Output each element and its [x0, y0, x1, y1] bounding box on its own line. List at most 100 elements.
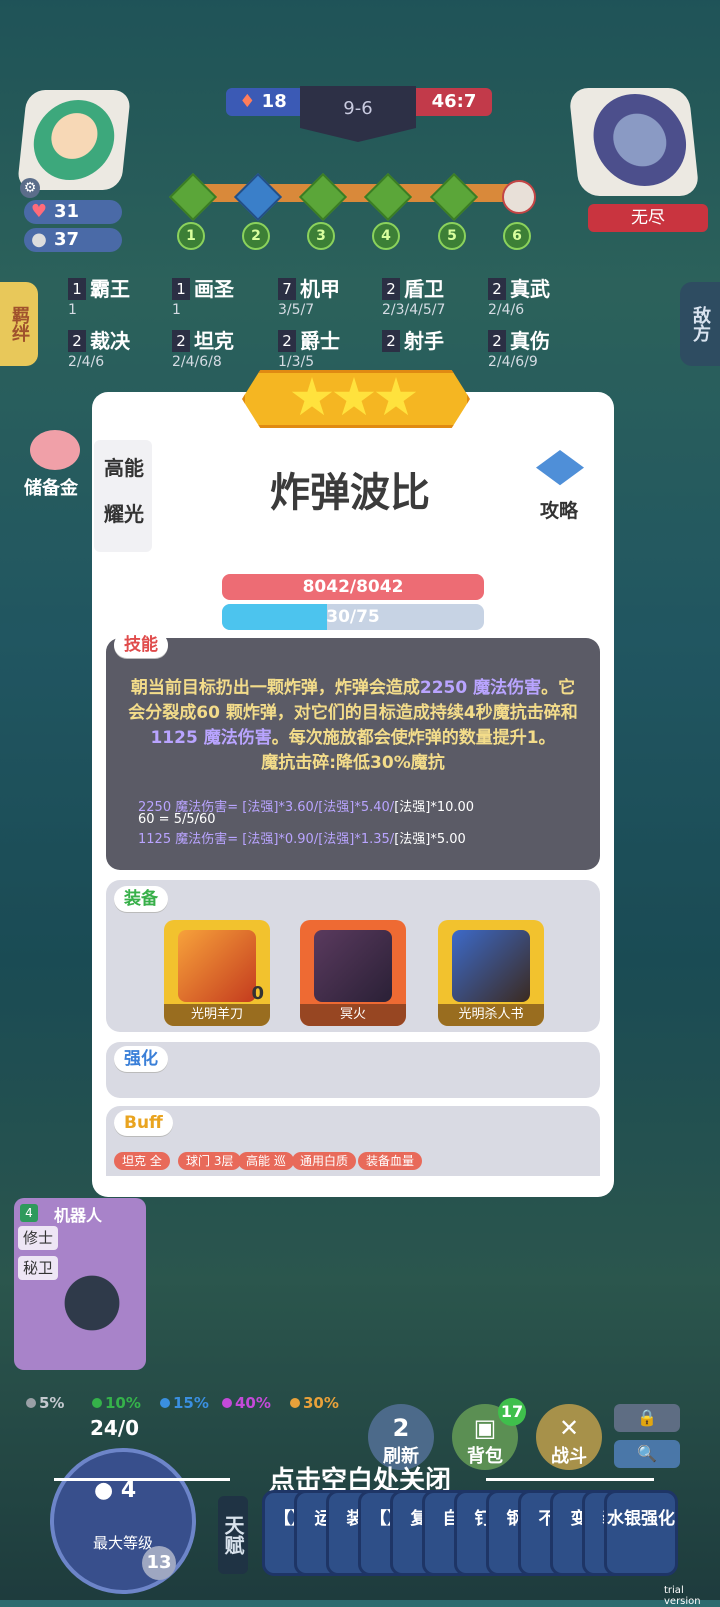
flame-sword-icon [178, 930, 256, 1002]
refresh-cost: 2 [392, 1414, 410, 1442]
savings-button[interactable]: 储备金 [16, 430, 86, 499]
trait-count: 1 [68, 278, 86, 300]
enemy-avatar[interactable] [568, 88, 700, 196]
star-icon [375, 377, 417, 416]
crossed-swords-icon: ✕ [558, 1414, 580, 1442]
trait-item[interactable]: 1 画圣 1 [172, 278, 272, 318]
trait-count: 2 [488, 278, 506, 300]
trait-item[interactable]: 2 真伤 2/4/6/9 [488, 330, 588, 370]
enemy-name: 无尽 [588, 204, 708, 232]
shop-odds: 15% [160, 1394, 209, 1412]
star-icon [291, 377, 333, 416]
trait-levels: 2/4/6/9 [488, 354, 538, 370]
buff-chip: 球门 3层 [178, 1152, 242, 1170]
trait-item[interactable]: 2 盾卫 2/3/4/5/7 [382, 278, 482, 318]
hero-trait[interactable]: 耀光 [98, 492, 150, 536]
buff-chip: 装备血量 [358, 1152, 423, 1170]
level-label: 最大等级 [92, 1534, 153, 1552]
piggy-bank-icon [30, 430, 80, 470]
trait-name: 霸王 [90, 277, 130, 301]
trait-levels: 2/4/6 [68, 354, 105, 370]
hero-name: 炸弹波比 [270, 470, 430, 516]
buff-chip: 高能 巡 [238, 1152, 294, 1170]
guide-label: 攻略 [539, 500, 578, 522]
trait-item[interactable]: 7 机甲 3/5/7 [278, 278, 378, 318]
equipment-slot[interactable]: 冥火 [300, 920, 406, 1026]
stage-number: 3 [307, 222, 335, 250]
flame-icon: ♦ [239, 91, 256, 112]
equipment-slot[interactable]: 光明杀人书 [438, 920, 544, 1026]
equipment-slot[interactable]: 0 光明羊刀 [164, 920, 270, 1026]
odds-label: 15% [173, 1394, 209, 1412]
shop-odds: 40% [222, 1394, 271, 1412]
skill-text: 。每次施放都会使炸弹的数量提升1。 [271, 728, 556, 748]
buff-chip: 通用白质 [292, 1152, 357, 1170]
player-face [29, 100, 119, 180]
lock-icon: 🔒 [637, 1408, 657, 1427]
skill-description: 朝当前目标扔出一颗炸弹，炸弹会造成2250 魔法伤害。它会分裂成60 颗炸弹，对… [126, 676, 580, 776]
trait-count: 2 [278, 330, 296, 352]
robot-unit-image [52, 1258, 132, 1348]
savings-label: 储备金 [24, 478, 78, 499]
odds-label: 30% [303, 1394, 339, 1412]
shop-odds: 5% [26, 1394, 64, 1412]
buff-chip: 坦克 全 [114, 1152, 170, 1170]
trial-watermark: trial version [664, 1585, 701, 1607]
star-rating [242, 370, 470, 428]
odds-dot [92, 1398, 102, 1408]
trait-item[interactable]: 2 坦克 2/4/6/8 [172, 330, 272, 370]
odds-label: 5% [39, 1394, 65, 1412]
shop-odds: 10% [92, 1394, 141, 1412]
equipment-name: 光明羊刀 [164, 1004, 270, 1026]
hp-bar: 8042/8042 [222, 574, 484, 600]
trait-item[interactable]: 2 射手 [382, 330, 482, 370]
score-right: 46:7 [416, 88, 492, 116]
trait-name: 真武 [510, 277, 550, 301]
lock-button[interactable]: 🔒 [614, 1404, 680, 1432]
equipment-name: 光明杀人书 [438, 1004, 544, 1026]
talent-card[interactable]: 水银强化 [604, 1490, 678, 1576]
trait-item[interactable]: 2 真武 2/4/6 [488, 278, 588, 318]
odds-dot [160, 1398, 170, 1408]
bag-count-badge: 17 [498, 1398, 526, 1426]
odds-label: 40% [235, 1394, 271, 1412]
enhance-panel: 强化 [106, 1042, 600, 1098]
trait-count: 2 [382, 330, 400, 352]
stage-number: 6 [503, 222, 531, 250]
trait-item[interactable]: 1 霸王 1 [68, 278, 168, 318]
stage-number: 1 [177, 222, 205, 250]
trait-count: 7 [278, 278, 296, 300]
hero-trait[interactable]: 高能 [98, 446, 150, 490]
mana-bar: 30/75 [222, 604, 484, 630]
equipment-name: 冥火 [300, 1004, 406, 1026]
gear-icon[interactable]: ⚙ [20, 178, 40, 198]
formula-text: 1125 魔法伤害= [法强]*0.90/[法强]*1.35/ [138, 832, 395, 847]
score-left: ♦ 18 [226, 88, 300, 116]
player-avatar[interactable] [16, 90, 132, 190]
tab-enemy[interactable]: 敌方 [680, 282, 720, 366]
equipment-tag: 装备 [114, 886, 168, 912]
formula-line: 1125 魔法伤害= [法强]*0.90/[法强]*1.35/[法强]*5.00 [138, 828, 578, 847]
trait-item[interactable]: 2 裁决 2/4/6 [68, 330, 168, 370]
trait-levels: 2/3/4/5/7 [382, 302, 446, 318]
unit-card[interactable]: 4 机器人 修士 秘卫 [14, 1198, 146, 1370]
shop-odds: 30% [290, 1394, 339, 1412]
trait-count: 1 [172, 278, 190, 300]
unit-cost: 4 [20, 1204, 38, 1222]
skill-text: 朝当前目标扔出一颗炸弹，炸弹会造成 [130, 678, 420, 698]
unit-trait: 修士 [18, 1226, 58, 1250]
xp-text: 24/0 [90, 1416, 140, 1440]
trait-item[interactable]: 2 爵士 1/3/5 [278, 330, 378, 370]
unit-name: 机器人 [54, 1206, 103, 1225]
guide-button[interactable]: 攻略 [528, 450, 590, 522]
trait-levels: 1/3/5 [278, 354, 315, 370]
trait-name: 真伤 [510, 329, 550, 353]
odds-dot [290, 1398, 300, 1408]
odds-dot [222, 1398, 232, 1408]
stage-number: 4 [372, 222, 400, 250]
skill-highlight: 2250 魔法伤害 [419, 678, 542, 698]
trait-levels: 3/5/7 [278, 302, 315, 318]
formula-line: 60 = 5/5/60 [138, 812, 216, 827]
trait-name: 裁决 [90, 329, 130, 353]
tab-traits[interactable]: 羁绊 [0, 282, 38, 366]
